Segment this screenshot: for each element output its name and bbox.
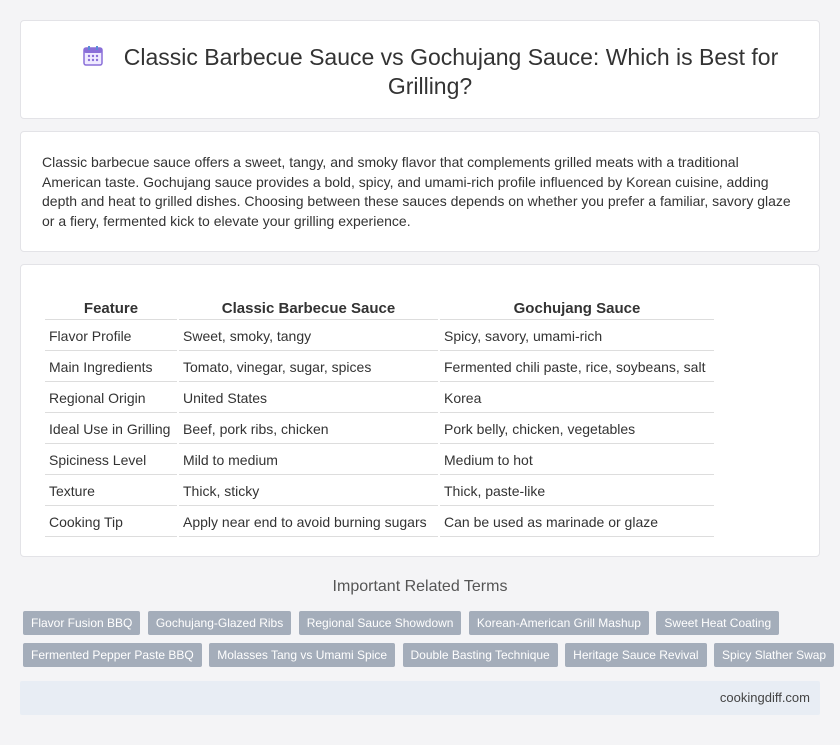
page-title-wrap: Classic Barbecue Sauce vs Gochujang Sauc…: [61, 43, 799, 101]
table-cell: Thick, paste-like: [440, 477, 714, 506]
related-term-tag[interactable]: Molasses Tang vs Umami Spice: [209, 643, 396, 667]
intro-card: Classic barbecue sauce offers a sweet, t…: [20, 131, 820, 252]
header-gochujang: Gochujang Sauce: [440, 298, 714, 320]
table-row: Regional Origin United States Korea: [45, 384, 714, 413]
table-cell: Spicy, savory, umami-rich: [440, 322, 714, 351]
header-classic-bbq: Classic Barbecue Sauce: [179, 298, 438, 320]
footer-site-link[interactable]: cookingdiff.com: [720, 690, 810, 705]
table-row: Spiciness Level Mild to medium Medium to…: [45, 446, 714, 475]
table-cell: Medium to hot: [440, 446, 714, 475]
table-cell: Thick, sticky: [179, 477, 438, 506]
related-term-tag[interactable]: Spicy Slather Swap: [714, 643, 835, 667]
tag-row: Flavor Fusion BBQ Gochujang-Glazed Ribs …: [23, 611, 823, 643]
table-row: Flavor Profile Sweet, smoky, tangy Spicy…: [45, 322, 714, 351]
table-row: Cooking Tip Apply near end to avoid burn…: [45, 508, 714, 537]
related-term-tag[interactable]: Sweet Heat Coating: [656, 611, 780, 635]
related-term-tag[interactable]: Korean-American Grill Mashup: [468, 611, 649, 635]
table-cell: Cooking Tip: [45, 508, 177, 537]
table-cell: Pork belly, chicken, vegetables: [440, 415, 714, 444]
table-cell: Flavor Profile: [45, 322, 177, 351]
title-card: Classic Barbecue Sauce vs Gochujang Sauc…: [20, 20, 820, 119]
table-cell: Fermented chili paste, rice, soybeans, s…: [440, 353, 714, 382]
related-term-tag[interactable]: Gochujang-Glazed Ribs: [147, 611, 292, 635]
table-cell: Beef, pork ribs, chicken: [179, 415, 438, 444]
comparison-card: Feature Classic Barbecue Sauce Gochujang…: [20, 264, 820, 557]
related-terms-tags: Flavor Fusion BBQ Gochujang-Glazed Ribs …: [23, 611, 835, 675]
table-cell: Korea: [440, 384, 714, 413]
table-cell: Sweet, smoky, tangy: [179, 322, 438, 351]
table-cell: Mild to medium: [179, 446, 438, 475]
table-cell: Apply near end to avoid burning sugars: [179, 508, 438, 537]
related-term-tag[interactable]: Flavor Fusion BBQ: [23, 611, 141, 635]
related-term-tag[interactable]: Fermented Pepper Paste BBQ: [23, 643, 202, 667]
related-terms-heading: Important Related Terms: [332, 578, 508, 595]
intro-paragraph: Classic barbecue sauce offers a sweet, t…: [42, 154, 791, 229]
comparison-table: Feature Classic Barbecue Sauce Gochujang…: [43, 296, 716, 539]
related-term-tag[interactable]: Double Basting Technique: [402, 643, 558, 667]
table-cell: Regional Origin: [45, 384, 177, 413]
page-title: Classic Barbecue Sauce vs Gochujang Sauc…: [123, 44, 779, 99]
table-cell: Ideal Use in Grilling: [45, 415, 177, 444]
footer: cookingdiff.com: [20, 681, 820, 715]
tag-row: Fermented Pepper Paste BBQ Molasses Tang…: [23, 643, 835, 675]
table-cell: Tomato, vinegar, sugar, spices: [179, 353, 438, 382]
related-term-tag[interactable]: Heritage Sauce Revival: [565, 643, 707, 667]
table-row: Texture Thick, sticky Thick, paste-like: [45, 477, 714, 506]
table-cell: Can be used as marinade or glaze: [440, 508, 714, 537]
table-cell: Spiciness Level: [45, 446, 177, 475]
table-header-row: Feature Classic Barbecue Sauce Gochujang…: [45, 298, 714, 320]
table-cell: Texture: [45, 477, 177, 506]
calendar-icon: [82, 46, 103, 66]
table-row: Ideal Use in Grilling Beef, pork ribs, c…: [45, 415, 714, 444]
table-row: Main Ingredients Tomato, vinegar, sugar,…: [45, 353, 714, 382]
header-feature: Feature: [45, 298, 177, 320]
related-term-tag[interactable]: Regional Sauce Showdown: [298, 611, 462, 635]
table-cell: United States: [179, 384, 438, 413]
table-cell: Main Ingredients: [45, 353, 177, 382]
